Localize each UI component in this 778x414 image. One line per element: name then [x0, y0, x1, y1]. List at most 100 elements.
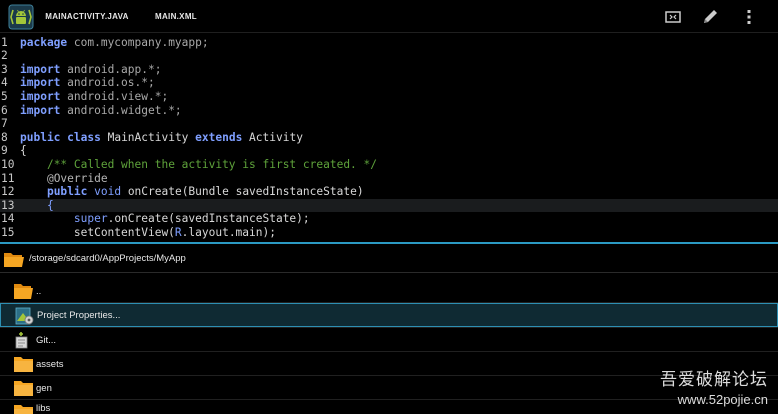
line-number: 7 — [1, 117, 8, 131]
list-item-parent-dir[interactable]: .. — [0, 279, 778, 303]
line-number: 14 — [1, 212, 15, 226]
code-line[interactable]: 15 setContentView(R.layout.main); — [0, 226, 778, 240]
code-token: onCreate(Bundle savedInstanceState) — [121, 185, 364, 199]
code-token: Activity — [242, 130, 303, 144]
code-line[interactable]: 12 public void onCreate(Bundle savedInst… — [0, 185, 778, 199]
code-token: @Override — [46, 171, 108, 185]
code-editor[interactable]: 1 package com.mycompany.myapp; 2 3 import an… — [0, 34, 778, 242]
item-label: assets — [36, 358, 64, 370]
code-line[interactable]: 14 super.onCreate(savedInstanceState); — [0, 212, 778, 226]
code-token: setContentView( — [20, 225, 175, 239]
folder-icon — [14, 381, 33, 396]
code-token: .onCreate(savedInstanceState); — [107, 212, 310, 226]
item-label: Project Properties... — [37, 309, 121, 321]
code-line[interactable]: 6 import android.widget.*; — [0, 104, 778, 118]
code-text: import android.view.*; — [20, 90, 168, 104]
code-text: { — [20, 144, 27, 158]
code-line[interactable]: 9{ — [0, 144, 778, 158]
line-number: 5 — [1, 89, 8, 103]
code-text: /** Called when the activity is first cr… — [20, 158, 377, 172]
code-text: public class MainActivity extends Activi… — [20, 131, 303, 145]
code-token: android.widget.*; — [60, 103, 182, 117]
action-bar: MAINACTIVITY.JAVA MAIN.XML — [0, 0, 778, 33]
item-label: gen — [36, 382, 52, 394]
code-token: /** Called when the activity is first cr… — [46, 157, 377, 171]
folder-icon — [14, 357, 33, 372]
fullscreen-icon[interactable] — [663, 7, 683, 27]
tab-label: MAIN.XML — [155, 12, 197, 21]
code-text: import android.widget.*; — [20, 104, 182, 118]
code-line[interactable]: 1 package com.mycompany.myapp; — [0, 36, 778, 50]
code-token: package — [20, 35, 68, 49]
watermark-url: www.52pojie.cn — [677, 392, 768, 407]
code-line[interactable]: 7 — [0, 117, 778, 131]
line-number: 6 — [1, 103, 8, 117]
item-label: Git... — [36, 334, 57, 346]
tab-label: MAINACTIVITY.JAVA — [45, 12, 129, 21]
list-item-git[interactable]: Git... — [0, 328, 778, 352]
folder-up-icon — [14, 284, 33, 299]
open-folder-icon — [4, 252, 24, 267]
overflow-menu-icon[interactable] — [739, 7, 759, 27]
code-text: setContentView(R.layout.main); — [20, 226, 276, 240]
code-line[interactable]: 5 import android.view.*; — [0, 90, 778, 104]
code-line[interactable]: 13 { — [0, 198, 778, 213]
code-token: { — [46, 198, 54, 212]
code-token: void — [94, 185, 122, 199]
code-token: import — [20, 103, 61, 117]
tab-mainactivity-java[interactable]: MAINACTIVITY.JAVA — [40, 0, 134, 33]
code-line[interactable]: 4 import android.os.*; — [0, 76, 778, 90]
code-token: .layout.main); — [181, 225, 276, 239]
code-token: class — [67, 130, 101, 144]
code-text: @Override — [20, 172, 108, 186]
line-number: 8 — [1, 130, 8, 144]
line-number: 12 — [1, 185, 15, 199]
code-line[interactable]: 2 — [0, 49, 778, 63]
line-number: 4 — [1, 76, 8, 90]
watermark-title: 吾爱破解论坛 — [660, 370, 768, 390]
pane-divider[interactable] — [0, 242, 778, 244]
code-token: public — [46, 185, 88, 199]
android-app-icon[interactable] — [8, 4, 34, 30]
code-line[interactable]: 11 @Override — [0, 172, 778, 186]
tab-main-xml[interactable]: MAIN.XML — [146, 0, 206, 33]
project-properties-icon — [15, 307, 34, 325]
code-token: import — [20, 89, 61, 103]
folder-icon — [14, 405, 33, 414]
code-text: super.onCreate(savedInstanceState); — [20, 212, 310, 226]
code-token: extends — [195, 130, 243, 144]
pencil-icon[interactable] — [700, 7, 720, 27]
line-number: 15 — [1, 225, 15, 239]
code-token: { — [20, 144, 27, 158]
line-number: 2 — [1, 49, 8, 63]
code-token: android.os.*; — [60, 76, 155, 90]
code-text: import android.app.*; — [20, 63, 161, 77]
code-line[interactable]: 10 /** Called when the activity is first… — [0, 158, 778, 172]
code-token: public — [20, 130, 61, 144]
code-text: public void onCreate(Bundle savedInstanc… — [20, 185, 364, 199]
code-token: import — [20, 62, 61, 76]
code-line[interactable]: 8 public class MainActivity extends Activ… — [0, 131, 778, 145]
code-token: android.app.*; — [60, 62, 162, 76]
line-number: 10 — [1, 157, 15, 171]
code-token: com.mycompany.myapp; — [67, 35, 209, 49]
git-icon — [15, 332, 28, 349]
line-number: 9 — [1, 144, 8, 158]
code-text: package com.mycompany.myapp; — [20, 36, 209, 50]
list-item-project-properties[interactable]: Project Properties... — [0, 303, 778, 327]
line-number: 3 — [1, 62, 8, 76]
code-token: import — [20, 76, 61, 90]
code-text: { — [20, 199, 54, 213]
line-number: 1 — [1, 35, 8, 49]
line-number: 11 — [1, 171, 15, 185]
code-text: import android.os.*; — [20, 76, 155, 90]
code-line[interactable]: 3 import android.app.*; — [0, 63, 778, 77]
watermark: 吾爱破解论坛 www.52pojie.cn — [660, 365, 768, 407]
code-token: MainActivity — [100, 130, 196, 144]
code-token: android.view.*; — [60, 89, 169, 103]
